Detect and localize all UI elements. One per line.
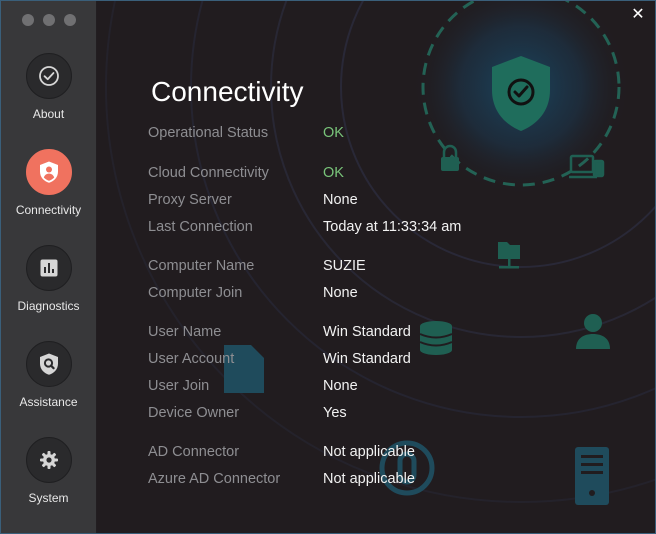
row-label: Proxy Server — [148, 192, 232, 208]
row-value: None — [323, 285, 358, 301]
row-label: User Account — [148, 351, 235, 367]
window-controls — [22, 14, 76, 26]
sidebar-item-label: About — [32, 107, 65, 121]
gear-icon — [39, 451, 58, 469]
shield-user-icon — [39, 161, 58, 183]
status-value: OK — [323, 165, 344, 181]
main-panel: ✕ Connectivity Operational Status OK Clo… — [97, 1, 655, 533]
app-window: About Connectivity Diagnostics Assistanc… — [0, 0, 656, 534]
row-label: Computer Name — [148, 258, 255, 274]
sidebar-item-connectivity[interactable]: Connectivity — [1, 149, 96, 229]
row-label: Cloud Connectivity — [148, 165, 269, 181]
row-value: Yes — [323, 405, 347, 421]
sidebar-item-label: System — [28, 491, 69, 505]
row-value: Not applicable — [323, 444, 415, 460]
row-value: Not applicable — [323, 471, 415, 487]
server-icon — [575, 447, 609, 505]
sidebar-item-label: Assistance — [19, 395, 78, 409]
row-label: AD Connector — [148, 444, 240, 460]
sidebar-item-diagnostics[interactable]: Diagnostics — [1, 245, 96, 325]
row-label: Operational Status — [148, 125, 269, 141]
nav-icon-wrap — [25, 245, 72, 291]
row-label: User Join — [148, 378, 210, 394]
nav-icon-wrap — [25, 341, 72, 387]
window-dot-zoom[interactable] — [64, 14, 76, 26]
sidebar-item-assistance[interactable]: Assistance — [1, 341, 96, 421]
row-label: Azure AD Connector — [148, 471, 281, 487]
sidebar-item-about[interactable]: About — [1, 53, 96, 133]
close-button[interactable]: ✕ — [629, 6, 647, 24]
row-value: None — [323, 378, 358, 394]
row-value: Win Standard — [323, 324, 411, 340]
row-value: SUZIE — [323, 258, 366, 274]
check-circle-icon — [38, 66, 59, 86]
nav-icon-wrap — [25, 53, 72, 99]
database-icon — [419, 321, 453, 355]
shield-search-icon — [39, 353, 58, 375]
row-value: Today at 11:33:34 am — [323, 219, 462, 235]
row-label: Last Connection — [148, 219, 253, 235]
window-dot-close[interactable] — [22, 14, 34, 26]
row-label: Computer Join — [148, 285, 243, 301]
status-value: OK — [323, 125, 344, 141]
sidebar-item-label: Diagnostics — [17, 299, 80, 313]
sidebar-item-label: Connectivity — [15, 203, 82, 217]
sidebar: About Connectivity Diagnostics Assistanc… — [1, 1, 96, 533]
sidebar-item-system[interactable]: System — [1, 437, 96, 517]
row-value: Win Standard — [323, 351, 411, 367]
network-folder-icon — [498, 242, 520, 269]
nav-icon-wrap — [25, 437, 72, 483]
row-label: Device Owner — [148, 405, 240, 421]
bar-chart-icon — [40, 259, 57, 277]
row-label: User Name — [148, 324, 222, 340]
user-icon — [576, 314, 610, 349]
row-value: None — [323, 192, 358, 208]
page-title: Connectivity — [151, 75, 304, 107]
window-dot-minimize[interactable] — [43, 14, 55, 26]
nav-icon-wrap — [25, 149, 72, 195]
